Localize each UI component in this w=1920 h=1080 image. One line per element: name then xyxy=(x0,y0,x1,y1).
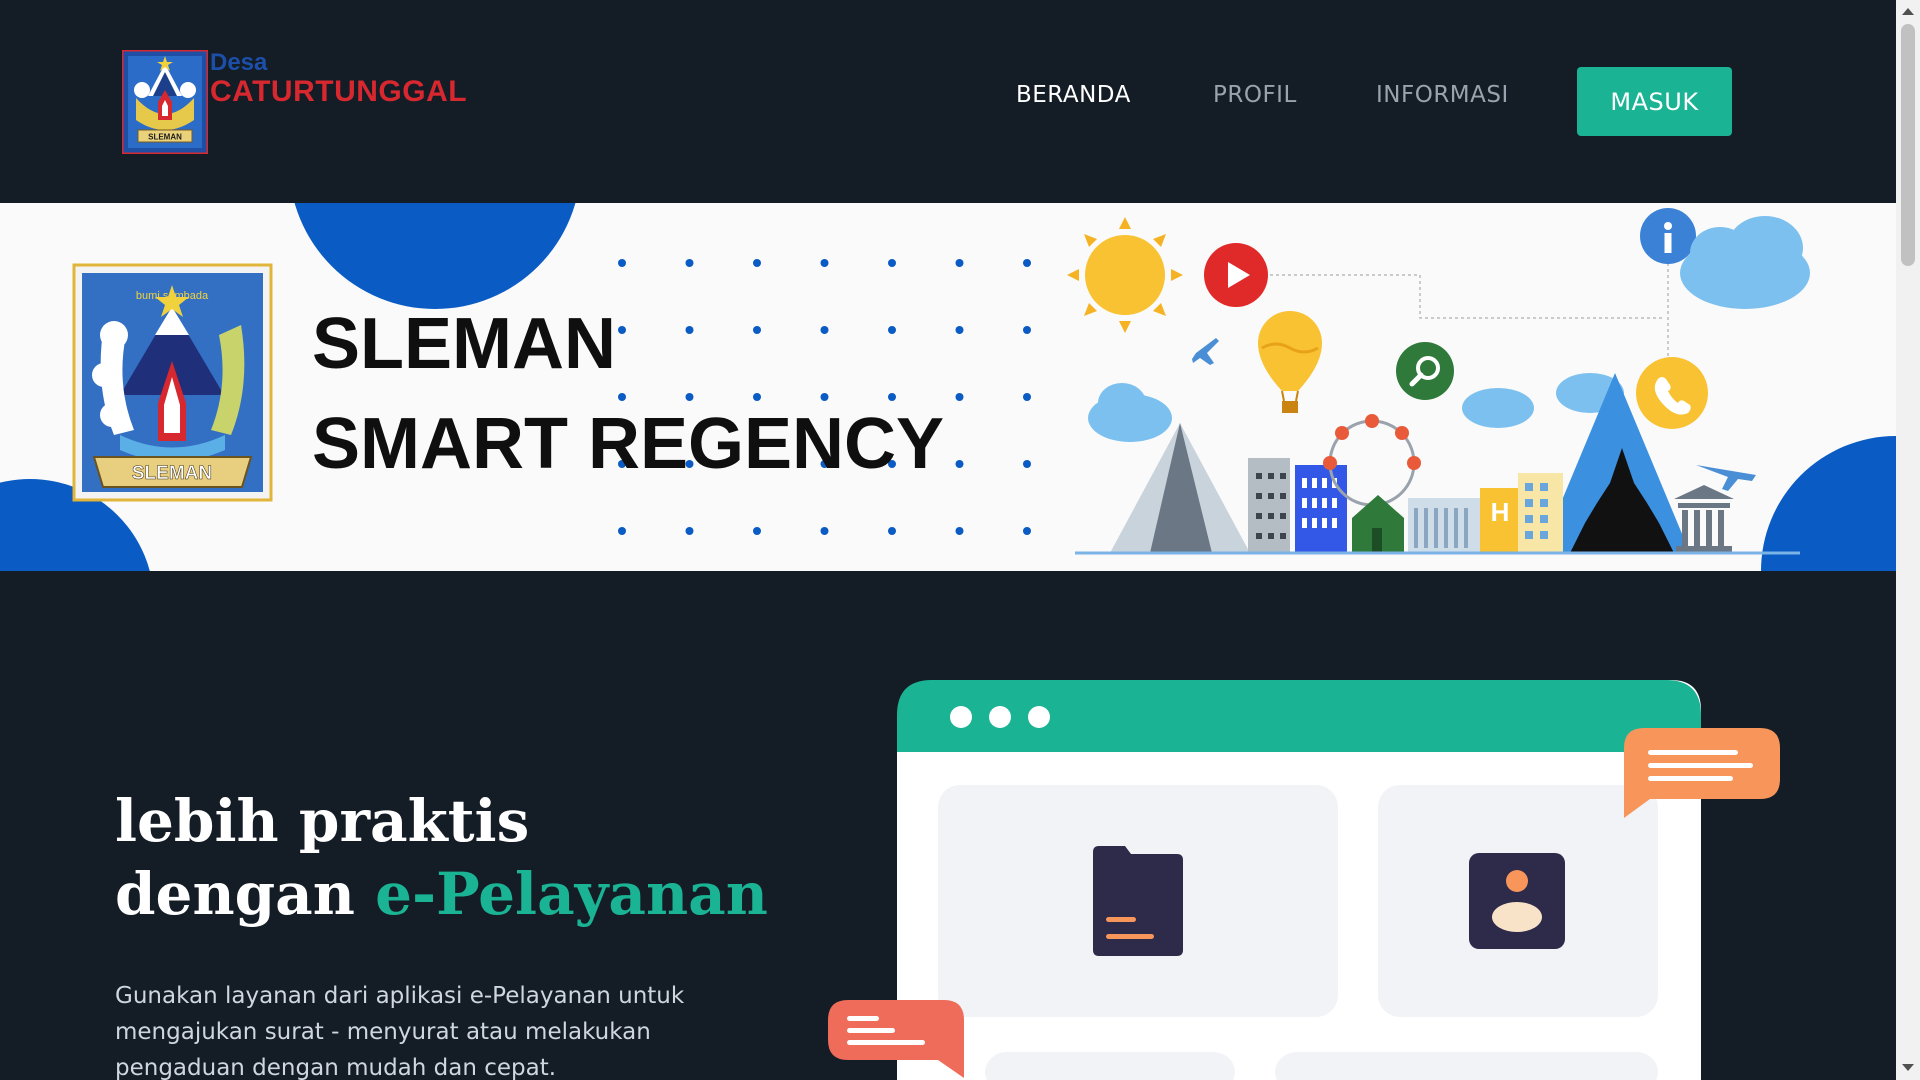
decor-dot xyxy=(753,527,761,535)
museum-icon xyxy=(1674,485,1734,553)
decor-dot xyxy=(820,259,829,267)
decor-dot xyxy=(753,326,761,334)
login-button[interactable]: MASUK xyxy=(1577,67,1732,136)
emblem-large-label: SLEMAN xyxy=(132,463,212,484)
scroll-down-arrow-icon[interactable] xyxy=(1902,1064,1914,1071)
scroll-up-arrow-icon[interactable] xyxy=(1902,8,1914,15)
decor-dot xyxy=(753,259,761,267)
decor-dot xyxy=(955,527,964,535)
emblem-label: SLEMAN xyxy=(148,133,182,142)
banner-title-line1: SLEMAN xyxy=(312,304,616,384)
decor-dot xyxy=(955,259,964,267)
decor-dot xyxy=(1023,527,1031,535)
decor-dot xyxy=(820,326,829,334)
hotel-icon: H xyxy=(1480,488,1520,553)
logo-text: Desa CATURTUNGGAL xyxy=(210,50,467,108)
decor-dot xyxy=(888,527,896,535)
page-scrollbar[interactable] xyxy=(1896,0,1920,1080)
navbar: SLEMAN Desa CATURTUNGGAL BERANDA PROFIL … xyxy=(0,0,1896,203)
logo-desa-text: Desa xyxy=(210,49,268,76)
decor-dot xyxy=(618,259,626,267)
site-logo[interactable]: SLEMAN Desa CATURTUNGGAL xyxy=(122,50,467,154)
decor-dot xyxy=(955,460,964,468)
hero-heading-accent: e-Pelayanan xyxy=(375,860,768,928)
hero-heading: lebih praktis dengan e-Pelayanan xyxy=(115,785,768,931)
phone-icon xyxy=(1636,357,1708,429)
decor-dot xyxy=(618,527,626,535)
sleman-emblem-icon: SLEMAN xyxy=(122,50,208,154)
play-icon xyxy=(1204,243,1268,307)
hero-description: Gunakan layanan dari aplikasi e-Pelayana… xyxy=(115,983,685,1080)
decor-dot xyxy=(820,393,829,401)
folder-icon xyxy=(1093,846,1183,956)
window-dot-icon xyxy=(989,706,1011,728)
decor-dot xyxy=(618,326,626,334)
search-icon xyxy=(1396,342,1454,400)
decor-dot xyxy=(820,527,829,535)
logo-village-name: CATURTUNGGAL xyxy=(210,75,468,108)
decor-dot xyxy=(1023,326,1031,334)
decor-dot xyxy=(685,527,694,535)
hero-banner: bumi sembada SLEMAN H SLEMAN SMART REGEN… xyxy=(0,203,1896,571)
nav-profil[interactable]: PROFIL xyxy=(1213,82,1297,108)
scroll-thumb[interactable] xyxy=(1901,24,1915,266)
sleman-emblem-large-icon: bumi sembada SLEMAN xyxy=(72,263,273,502)
banner-title-line2: SMART REGENCY xyxy=(312,404,945,484)
decor-dot xyxy=(685,326,694,334)
hot-air-balloon-icon xyxy=(1258,311,1322,413)
decor-dot xyxy=(888,326,896,334)
nav-informasi[interactable]: INFORMASI xyxy=(1376,82,1509,108)
decor-dot xyxy=(1023,460,1031,468)
decor-dot xyxy=(618,393,626,401)
banner-circle-top xyxy=(294,203,576,309)
hero-heading-line1: lebih praktis xyxy=(115,787,530,855)
window-dot-icon xyxy=(1028,706,1050,728)
decor-dot xyxy=(888,259,896,267)
info-icon xyxy=(1640,208,1696,264)
window-dot-icon xyxy=(950,706,972,728)
sun-icon xyxy=(1067,217,1183,333)
app-window-illustration xyxy=(828,680,1780,1080)
emblem-top-text: bumi sembada xyxy=(136,290,209,302)
decor-dot xyxy=(685,259,694,267)
window-titlebar xyxy=(897,680,1701,752)
decor-dot xyxy=(753,393,761,401)
decor-dot xyxy=(888,393,896,401)
nav-beranda[interactable]: BERANDA xyxy=(1016,82,1131,108)
decor-dot xyxy=(955,393,964,401)
decor-dot xyxy=(1023,393,1031,401)
banner-circle-bottom-right xyxy=(1761,436,1896,571)
hero-heading-line2-prefix: dengan xyxy=(115,860,376,928)
user-profile-icon xyxy=(1469,853,1565,949)
dot-grid xyxy=(618,259,1031,535)
decor-dot xyxy=(1023,259,1031,267)
banner-illustration: bumi sembada SLEMAN H xyxy=(0,203,1896,571)
hotel-letter: H xyxy=(1491,497,1510,527)
decor-dot xyxy=(955,326,964,334)
decor-dot xyxy=(685,393,694,401)
